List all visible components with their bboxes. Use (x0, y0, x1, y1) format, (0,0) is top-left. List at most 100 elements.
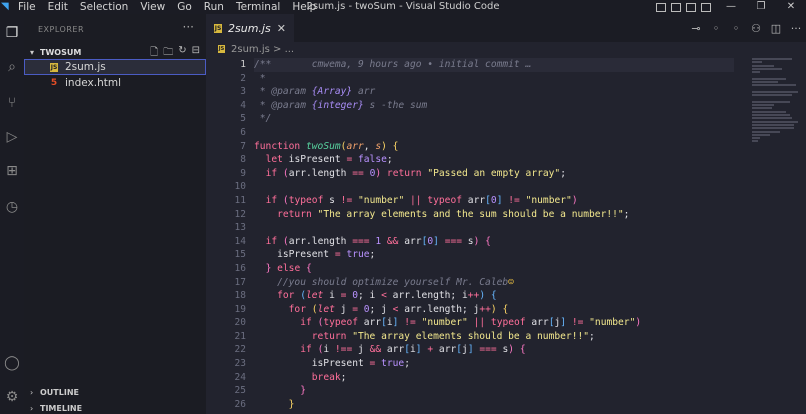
code-line: if (arr.length == 0) return "Passed an e… (265, 167, 566, 179)
menu-file[interactable]: File (12, 0, 42, 14)
line-number: 22 (234, 344, 246, 356)
menu-go[interactable]: Go (171, 0, 198, 14)
next-change-icon[interactable]: ◦ (726, 22, 746, 35)
close-window-icon[interactable]: ✕ (776, 0, 806, 14)
line-number: 7 (240, 140, 246, 152)
code-line: for (let i = 0; i < arr.length; i++) { (277, 290, 497, 302)
js-file-icon: JS (218, 45, 225, 53)
line-number: 1 (240, 59, 246, 70)
more-actions-icon[interactable]: ··· (183, 20, 194, 34)
menu-edit[interactable]: Edit (42, 0, 74, 14)
minimap-line (752, 100, 790, 103)
line-number: 4 (240, 99, 246, 111)
more-actions-icon[interactable]: ··· (786, 22, 806, 35)
code-line: let isPresent = false; (265, 154, 393, 166)
breadcrumb-sep[interactable]: > ... (273, 44, 294, 55)
tab-2sum-js[interactable]: JS 2sum.js ✕ (206, 14, 294, 42)
minimap-line (752, 71, 760, 74)
minimap-line (752, 84, 796, 87)
minimap-line (752, 104, 774, 107)
run-debug-icon[interactable]: ▷ (3, 128, 21, 146)
minimap-line (752, 58, 792, 60)
code-line: /** cmwema, 9 hours ago • initial commit… (254, 58, 734, 72)
code-line: * (254, 72, 266, 84)
toggle-secondary-sidebar-icon[interactable] (686, 2, 696, 12)
menu-run[interactable]: Run (198, 0, 230, 14)
code-line: } else { (265, 262, 312, 274)
minimap[interactable] (752, 58, 798, 148)
minimap-line (752, 123, 794, 126)
menu-help[interactable]: Help (286, 0, 322, 14)
file-item-index-html[interactable]: 5 index.html (24, 75, 206, 91)
file-item-2sum-js[interactable]: JS 2sum.js (24, 59, 206, 75)
code-line: if (typeof arr[i] != "number" || typeof … (300, 317, 642, 329)
code-line: */ (254, 113, 272, 125)
code-line: } (288, 398, 295, 410)
vscode-logo-icon: ◥ (1, 1, 9, 12)
minimap-line (752, 133, 770, 136)
outline-section[interactable]: › OUTLINE (30, 385, 206, 399)
tab-label: 2sum.js (228, 21, 271, 35)
split-editor-icon[interactable]: ◫ (766, 22, 786, 35)
folder-name: TWOSUM (40, 47, 82, 57)
code-line: if (arr.length === 1 && arr[0] === s) { (265, 235, 491, 247)
toggle-sidebar-icon[interactable] (656, 2, 666, 12)
menu-terminal[interactable]: Terminal (230, 0, 286, 14)
breadcrumb-file[interactable]: 2sum.js (231, 44, 270, 55)
minimize-icon[interactable]: — (716, 0, 746, 14)
js-file-icon: JS (214, 23, 222, 33)
menu-view[interactable]: View (134, 0, 171, 14)
line-number: 8 (240, 154, 246, 166)
timeline-section[interactable]: › TIMELINE (30, 401, 206, 414)
code-line: } (300, 385, 306, 397)
minimap-line (752, 90, 798, 93)
file-name: 2sum.js (65, 61, 106, 73)
code-line: isPresent = true; (254, 358, 410, 370)
editor-area: JS 2sum.js ✕ ⊸ ◦ ◦ ⚇ ◫ ··· JS 2sum.js > … (206, 14, 806, 414)
timeline-icon[interactable]: ◷ (3, 198, 21, 216)
code-line: return "The array elements should be a n… (311, 330, 595, 342)
line-number: 10 (234, 181, 246, 193)
line-number: 20 (234, 317, 246, 329)
settings-gear-icon[interactable]: ⚙ (3, 388, 21, 406)
folder-section[interactable]: ▾ TWOSUM 🗋 🗀 ↻ ⊟ (30, 45, 206, 59)
code-text[interactable]: /** cmwema, 9 hours ago • initial commit… (254, 58, 734, 411)
vertical-scrollbar[interactable] (800, 58, 806, 414)
line-number: 14 (234, 235, 246, 247)
chevron-down-icon: ▾ (30, 47, 35, 57)
code-line: * @param {Array} arr (254, 86, 376, 98)
extensions-icon[interactable]: ⊞ (3, 162, 21, 180)
line-number: 15 (234, 249, 246, 261)
chevron-right-icon: › (30, 387, 34, 397)
menu-selection[interactable]: Selection (74, 0, 134, 14)
line-number: 12 (234, 208, 246, 220)
line-number: 5 (240, 113, 246, 125)
search-icon[interactable]: ⌕ (3, 58, 21, 76)
explorer-icon[interactable]: ❐ (3, 24, 21, 42)
close-tab-icon[interactable]: ✕ (277, 22, 286, 35)
source-control-icon[interactable]: ⑂ (3, 94, 21, 112)
file-name: index.html (65, 77, 121, 89)
git-compare-icon[interactable]: ⊸ (686, 22, 706, 35)
minimap-line (752, 137, 760, 140)
restore-icon[interactable]: ❐ (746, 0, 776, 14)
tab-bar: JS 2sum.js ✕ ⊸ ◦ ◦ ⚇ ◫ ··· (206, 14, 806, 42)
minimap-line (752, 110, 786, 113)
window-controls: — ❐ ✕ (656, 0, 806, 14)
line-number: 26 (234, 398, 246, 410)
code-line: //you should optimize yourself Mr. Caleb… (277, 276, 514, 288)
minimap-line (752, 120, 798, 123)
open-changes-icon[interactable]: ⚇ (746, 22, 766, 35)
html-file-icon: 5 (50, 77, 58, 88)
toggle-panel-icon[interactable] (671, 2, 681, 12)
accounts-icon[interactable]: ◯ (3, 354, 21, 372)
previous-change-icon[interactable]: ◦ (706, 22, 726, 35)
minimap-line (752, 114, 790, 117)
line-number: 3 (240, 86, 246, 98)
minimap-line (752, 94, 792, 97)
customize-layout-icon[interactable] (701, 2, 711, 12)
line-number: 21 (234, 330, 246, 342)
code-line: * @param {integer} s -the sum (254, 99, 428, 111)
